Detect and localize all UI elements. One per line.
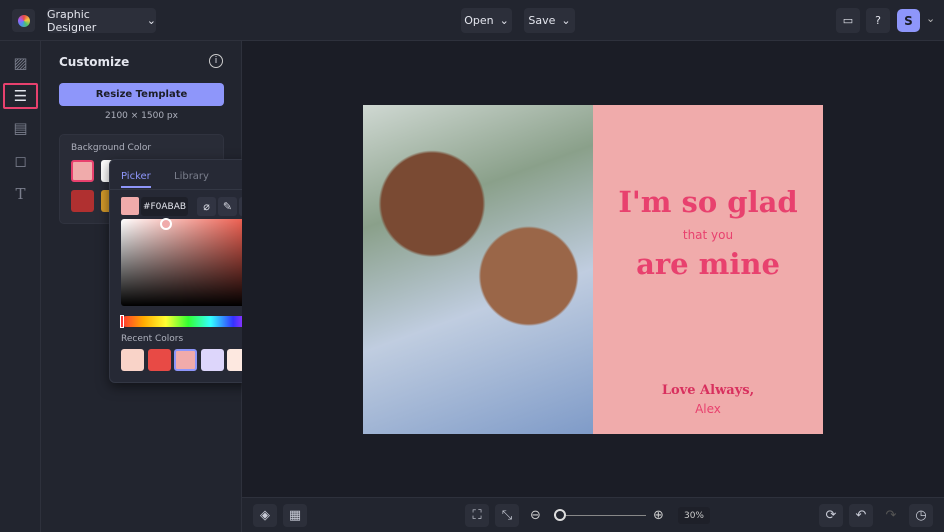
zoom-slider-track[interactable] <box>554 515 646 516</box>
zoom-in-icon[interactable]: ⊕ <box>653 508 664 523</box>
recent-color[interactable] <box>174 349 197 371</box>
recent-color[interactable] <box>201 349 224 371</box>
resize-template-button[interactable]: Resize Template <box>59 83 224 106</box>
save-label: Save <box>528 14 556 27</box>
recent-colors-label: Recent Colors <box>121 334 184 344</box>
current-color-swatch <box>121 197 139 215</box>
avatar[interactable]: S <box>897 9 920 32</box>
chevron-down-icon: ⌄ <box>146 14 156 27</box>
chevron-down-icon[interactable]: ⌄ <box>926 12 935 25</box>
saturation-handle[interactable] <box>160 218 172 230</box>
couple-photo[interactable] <box>363 105 593 434</box>
left-rail: ▨ ☰ ▤ ◻ T <box>0 41 41 532</box>
help-button[interactable]: ? <box>866 8 890 33</box>
shrink-icon[interactable]: ⤡ <box>495 504 519 527</box>
signature-line1[interactable]: Love Always, <box>593 383 823 398</box>
design-card[interactable]: I'm so glad that you are mine Love Alway… <box>363 105 823 434</box>
headline-line1[interactable]: I'm so glad <box>593 185 823 219</box>
sync-icon[interactable]: ⟳ <box>819 504 843 527</box>
bottom-toolbar: ◈ ▦ ⛶ ⤡ ⊖ ⊕ 30% ⟳ ↶ ↷ ◷ <box>242 497 944 532</box>
bg-swatch-selected[interactable] <box>71 160 94 182</box>
comment-icon: ▭ <box>842 14 854 27</box>
headline-line2[interactable]: that you <box>593 228 823 242</box>
recent-color[interactable] <box>148 349 171 371</box>
hue-handle[interactable] <box>120 315 124 328</box>
hex-input[interactable]: #F0ABAB <box>141 197 188 216</box>
recent-color[interactable] <box>121 349 144 371</box>
grid-view-icon[interactable]: ▦ <box>283 504 307 527</box>
tab-library[interactable]: Library <box>174 171 209 182</box>
template-dimensions: 2100 × 1500 px <box>105 111 178 121</box>
panel-title: Customize <box>59 55 130 69</box>
eyedropper-icon[interactable]: ✎ <box>218 197 237 216</box>
zoom-level[interactable]: 30% <box>678 507 710 524</box>
app-logo[interactable] <box>12 9 35 32</box>
zoom-out-icon[interactable]: ⊖ <box>530 508 541 523</box>
top-bar: Graphic Designer ⌄ Open ⌄ Save ⌄ ▭ ? S ⌄ <box>0 0 944 41</box>
save-button[interactable]: Save ⌄ <box>524 8 575 33</box>
history-icon[interactable]: ◷ <box>909 504 933 527</box>
tab-picker[interactable]: Picker <box>121 171 151 188</box>
layers-icon[interactable]: ◈ <box>253 504 277 527</box>
help-icon: ? <box>875 14 881 27</box>
text-icon[interactable]: T <box>8 181 33 206</box>
background-color-label: Background Color <box>71 143 152 153</box>
layout-icon[interactable]: ▤ <box>8 115 33 140</box>
headline-line3[interactable]: are mine <box>593 247 823 281</box>
fit-screen-icon[interactable]: ⛶ <box>465 504 489 527</box>
signature-line2[interactable]: Alex <box>593 402 823 416</box>
open-button[interactable]: Open ⌄ <box>461 8 512 33</box>
chevron-down-icon: ⌄ <box>561 14 571 27</box>
chevron-down-icon: ⌄ <box>499 14 509 27</box>
comments-button[interactable]: ▭ <box>836 8 860 33</box>
redo-icon[interactable]: ↷ <box>879 504 903 527</box>
zoom-slider-handle[interactable] <box>554 509 566 521</box>
no-color-icon[interactable]: ⌀ <box>197 197 216 216</box>
customize-icon[interactable]: ☰ <box>3 83 38 109</box>
role-dropdown[interactable]: Graphic Designer ⌄ <box>47 7 156 34</box>
role-label: Graphic Designer <box>47 7 97 34</box>
shapes-icon[interactable]: ◻ <box>8 148 33 173</box>
open-label: Open <box>464 14 494 27</box>
bg-swatch-red[interactable] <box>71 190 94 212</box>
image-icon[interactable]: ▨ <box>8 50 33 75</box>
undo-icon[interactable]: ↶ <box>849 504 873 527</box>
info-icon[interactable]: i <box>209 54 223 68</box>
